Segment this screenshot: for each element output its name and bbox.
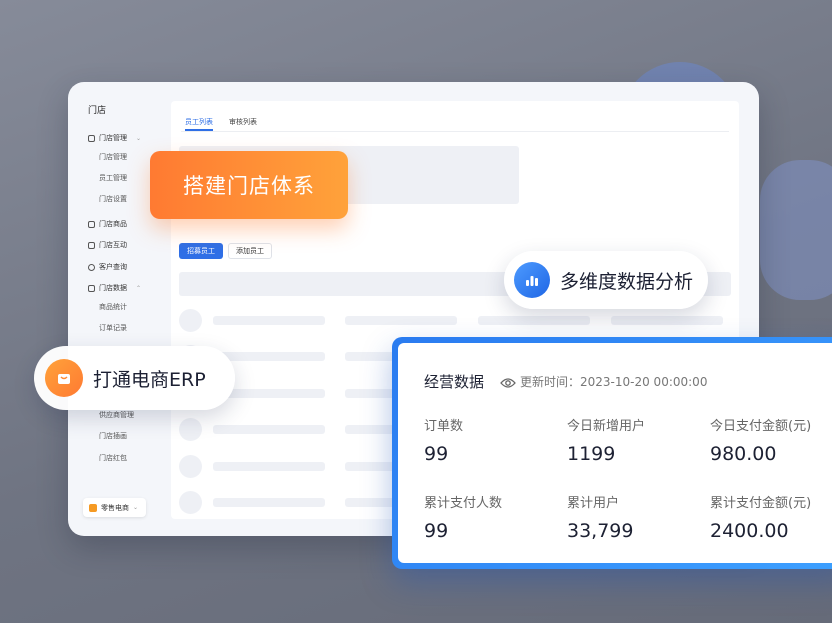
avatar-placeholder [179,418,202,441]
sidebar-item-store-products[interactable]: 门店商品 [88,219,127,229]
stat-label: 累计支付人数 [424,496,503,511]
text-placeholder [213,316,325,325]
sidebar-subitem-store-redpacket[interactable]: 门店红包 [99,453,127,463]
analysis-callout: 多维度数据分析 [504,251,708,309]
add-staff-button[interactable]: 添加员工 [228,243,272,259]
chevron-up-icon: ⌃ [136,284,142,292]
store-icon [88,134,95,142]
stat-value: 980.00 [710,443,777,465]
text-placeholder [213,498,325,507]
stat-label: 今日支付金额(元) [710,419,812,434]
user-icon [88,263,95,271]
tab-divider [181,131,729,132]
stat-value: 99 [424,443,449,465]
sidebar-item-store-data[interactable]: 门店数据 ⌃ [88,283,141,293]
stat-label: 累计支付金额(元) [710,496,812,511]
avatar-placeholder [179,455,202,478]
stat-value: 99 [424,520,449,542]
stat-value: 1199 [567,443,616,465]
text-placeholder [611,316,723,325]
sidebar-subitem-store-management[interactable]: 门店管理 [99,152,127,162]
stat-value: 33,799 [567,520,634,542]
store-system-callout: 搭建门店体系 [150,151,348,219]
sidebar-item-label: 门店数据 [99,284,127,292]
stat-label: 订单数 [424,419,464,434]
sidebar-item-label: 门店互动 [99,241,127,249]
active-tab-indicator [185,129,213,131]
sidebar-subitem-store-illustration[interactable]: 门店插画 [99,431,127,441]
avatar-placeholder [179,309,202,332]
stat-value: 2400.00 [710,520,789,542]
business-data-title: 经营数据 [424,373,485,391]
business-switcher[interactable]: 零售电商 ⌄ [83,498,146,517]
data-icon [88,284,95,292]
interaction-icon [88,241,95,249]
chevron-down-icon: ⌄ [133,504,139,511]
sidebar-item-label: 客户查询 [99,263,127,271]
stat-label: 累计用户 [567,496,620,511]
chevron-down-icon: ⌄ [136,134,142,142]
sidebar-item-label: 门店商品 [99,220,127,228]
sidebar: 门店 门店管理 ⌄ 门店管理 员工管理 门店设置 门店商品 门店互动 客户查询 … [68,82,163,536]
sidebar-subitem-order-records[interactable]: 订单记录 [99,323,127,333]
product-icon [88,220,95,228]
shop-icon [89,503,97,512]
eye-icon[interactable] [500,377,516,389]
sidebar-item-label: 门店管理 [99,134,127,142]
erp-callout-label: 打通电商ERP [93,368,206,391]
background-decoration-right [760,160,832,300]
shopping-bag-icon [45,359,83,397]
stat-label: 今日新增用户 [567,419,646,434]
text-placeholder [478,316,590,325]
sidebar-item-store-management[interactable]: 门店管理 ⌄ [88,133,141,143]
sidebar-title: 门店 [88,106,107,116]
sidebar-item-store-interaction[interactable]: 门店互动 [88,240,127,250]
erp-callout: 打通电商ERP [34,346,235,410]
update-time: 更新时间：2023-10-20 00:00:00 [520,375,708,389]
text-placeholder [213,425,325,434]
avatar-placeholder [179,491,202,514]
sidebar-subitem-store-settings[interactable]: 门店设置 [99,194,127,204]
tab-staff-list[interactable]: 员工列表 [185,117,213,127]
sidebar-subitem-staff-management[interactable]: 员工管理 [99,173,127,183]
recruit-staff-button[interactable]: 招募员工 [179,243,223,259]
sidebar-subitem-product-stats[interactable]: 商品统计 [99,302,127,312]
business-data-panel: 经营数据 更新时间：2023-10-20 00:00:00 订单数 99 今日新… [398,343,832,563]
text-placeholder [345,316,457,325]
sidebar-item-customer-query[interactable]: 客户查询 [88,262,127,272]
business-data-card: 经营数据 更新时间：2023-10-20 00:00:00 订单数 99 今日新… [392,337,832,569]
business-switcher-label: 零售电商 [101,503,129,512]
text-placeholder [213,462,325,471]
sidebar-subitem-supplier-management[interactable]: 供应商管理 [99,410,134,420]
tab-review-list[interactable]: 审核列表 [229,117,257,127]
bar-chart-icon [514,262,550,298]
analysis-callout-label: 多维度数据分析 [560,270,694,293]
